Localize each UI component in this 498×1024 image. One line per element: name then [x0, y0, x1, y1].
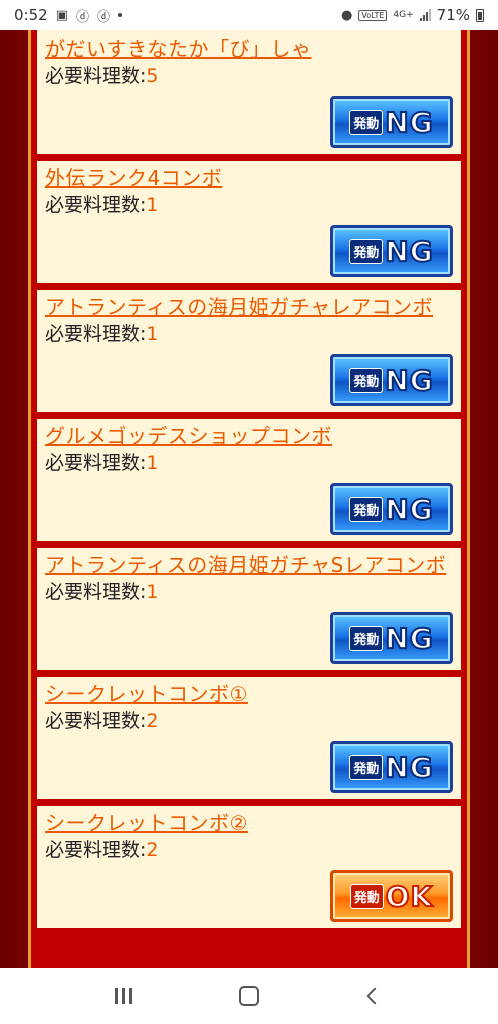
- button-row: 発動 NG: [45, 735, 453, 799]
- trigger-ng-button[interactable]: 発動 NG: [330, 225, 453, 277]
- signal-icon: [419, 9, 431, 21]
- required-dishes: 必要料理数:1: [45, 450, 453, 477]
- status-left: 0:52 ▣ ⓓ ⓓ: [14, 6, 123, 25]
- home-button[interactable]: [219, 976, 279, 1016]
- trigger-ng-button[interactable]: 発動 NG: [330, 96, 453, 148]
- battery-icon: [476, 8, 484, 22]
- combo-title-link[interactable]: グルメゴッデスショップコンボ: [45, 423, 453, 450]
- combo-entry: アトランティスの海月姫ガチャSレアコンボ 必要料理数:1 発動 NG: [35, 546, 463, 672]
- combo-list: がだいすきなたか「び」しゃ 必要料理数:5 発動 NG 外伝ランク4コンボ 必要…: [28, 30, 470, 968]
- android-nav-bar: [0, 968, 498, 1024]
- trigger-ng-button[interactable]: 発動 NG: [330, 741, 453, 793]
- button-row: 発動 OK: [45, 864, 453, 928]
- combo-entry: がだいすきなたか「び」しゃ 必要料理数:5 発動 NG: [35, 30, 463, 156]
- button-row: 発動 NG: [45, 606, 453, 670]
- combo-entry: アトランティスの海月姫ガチャレアコンボ 必要料理数:1 発動 NG: [35, 288, 463, 414]
- trigger-status: NG: [384, 750, 434, 785]
- button-row: 発動 NG: [45, 348, 453, 412]
- required-dishes-label: 必要料理数:: [45, 194, 147, 216]
- status-right: ● VoLTE 4G+ 71%: [341, 6, 484, 24]
- required-dishes: 必要料理数:1: [45, 192, 453, 219]
- combo-title-link[interactable]: アトランティスの海月姫ガチャレアコンボ: [45, 294, 453, 321]
- trigger-kanji: 発動: [349, 625, 384, 651]
- combo-title-link[interactable]: シークレットコンボ①: [45, 681, 453, 708]
- trigger-kanji: 発動: [349, 754, 384, 780]
- required-dishes-value: 1: [146, 581, 159, 603]
- required-dishes-value: 5: [146, 65, 159, 87]
- volte-icon: VoLTE: [358, 9, 388, 21]
- battery-percent: 71%: [436, 6, 470, 24]
- required-dishes: 必要料理数:2: [45, 837, 453, 864]
- required-dishes-label: 必要料理数:: [45, 581, 147, 603]
- required-dishes-value: 2: [146, 710, 159, 732]
- combo-entry: シークレットコンボ② 必要料理数:2 発動 OK: [35, 804, 463, 930]
- combo-entry: シークレットコンボ① 必要料理数:2 発動 NG: [35, 675, 463, 801]
- status-bar: 0:52 ▣ ⓓ ⓓ ● VoLTE 4G+ 71%: [0, 0, 498, 30]
- trigger-ok-button[interactable]: 発動 OK: [330, 870, 453, 922]
- trigger-ng-button[interactable]: 発動 NG: [330, 612, 453, 664]
- required-dishes-value: 1: [146, 194, 159, 216]
- button-row: 発動 NG: [45, 477, 453, 541]
- recent-apps-icon[interactable]: [93, 976, 153, 1016]
- required-dishes-label: 必要料理数:: [45, 710, 147, 732]
- docomo-d-icon: ⓓ: [75, 9, 89, 25]
- required-dishes: 必要料理数:2: [45, 708, 453, 735]
- back-icon: [366, 987, 384, 1005]
- required-dishes-value: 2: [146, 839, 159, 861]
- network-4g-icon: 4G+: [393, 9, 414, 20]
- trigger-ng-button[interactable]: 発動 NG: [330, 354, 453, 406]
- trigger-kanji: 発動: [349, 367, 384, 393]
- required-dishes-value: 1: [146, 323, 159, 345]
- button-row: 発動 NG: [45, 219, 453, 283]
- trigger-kanji: 発動: [349, 496, 384, 522]
- trigger-status: NG: [384, 621, 434, 656]
- required-dishes-value: 1: [146, 452, 159, 474]
- trigger-kanji: 発動: [349, 883, 384, 909]
- trigger-status: NG: [384, 234, 434, 269]
- combo-title-link[interactable]: がだいすきなたか「び」しゃ: [45, 36, 453, 63]
- gallery-icon: ▣: [55, 7, 68, 23]
- combo-title-link[interactable]: 外伝ランク4コンボ: [45, 165, 453, 192]
- combo-title-link[interactable]: アトランティスの海月姫ガチャSレアコンボ: [45, 552, 453, 579]
- docomo-d-icon: ⓓ: [97, 9, 111, 25]
- location-icon: ●: [341, 7, 353, 23]
- required-dishes-label: 必要料理数:: [45, 452, 147, 474]
- trigger-status: NG: [384, 363, 434, 398]
- back-button[interactable]: [345, 976, 405, 1016]
- required-dishes: 必要料理数:1: [45, 579, 453, 606]
- status-time: 0:52: [14, 6, 48, 24]
- page-content[interactable]: がだいすきなたか「び」しゃ 必要料理数:5 発動 NG 外伝ランク4コンボ 必要…: [0, 30, 498, 968]
- combo-title-link[interactable]: シークレットコンボ②: [45, 810, 453, 837]
- trigger-kanji: 発動: [349, 238, 384, 264]
- home-icon: [239, 986, 259, 1006]
- combo-entry: グルメゴッデスショップコンボ 必要料理数:1 発動 NG: [35, 417, 463, 543]
- combo-entry: 外伝ランク4コンボ 必要料理数:1 発動 NG: [35, 159, 463, 285]
- dot-icon: [118, 13, 123, 17]
- required-dishes-label: 必要料理数:: [45, 839, 147, 861]
- trigger-status: NG: [384, 492, 434, 527]
- required-dishes-label: 必要料理数:: [45, 323, 147, 345]
- trigger-ng-button[interactable]: 発動 NG: [330, 483, 453, 535]
- required-dishes: 必要料理数:1: [45, 321, 453, 348]
- required-dishes: 必要料理数:5: [45, 63, 453, 90]
- button-row: 発動 NG: [45, 90, 453, 154]
- required-dishes-label: 必要料理数:: [45, 65, 147, 87]
- trigger-status: NG: [384, 105, 434, 140]
- trigger-kanji: 発動: [349, 109, 384, 135]
- trigger-status: OK: [385, 879, 434, 914]
